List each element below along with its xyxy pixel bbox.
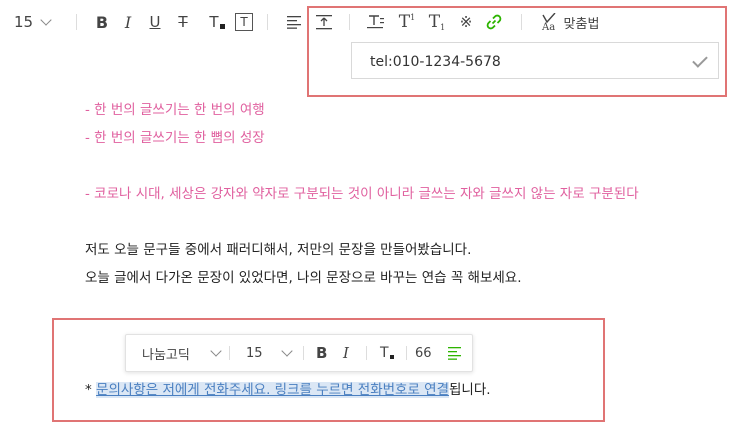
- font-size-select[interactable]: 15: [14, 10, 52, 34]
- font-family-value: 나눔고딕: [142, 347, 190, 363]
- highlight-box-link: [307, 6, 727, 97]
- toolbar-divider: [406, 346, 407, 360]
- toolbar-divider: [303, 346, 304, 360]
- text-background-icon: T: [240, 15, 248, 29]
- text-line: - 한 번의 글쓰기는 한 번의 여행: [85, 102, 265, 118]
- bullet-mark: *: [85, 382, 92, 398]
- color-swatch-icon: [389, 355, 394, 359]
- bold-button[interactable]: B: [93, 10, 111, 34]
- text-line: 저도 오늘 문구들 중에서 패러디해서, 저만의 문장을 만들어봤습니다.: [85, 242, 472, 258]
- font-size-value: 15: [246, 345, 263, 361]
- italic-button[interactable]: I: [120, 10, 136, 34]
- chevron-down-icon: [40, 14, 52, 26]
- text-line: - 코로나 시대, 세상은 강자와 약자로 구분되는 것이 아니라 글쓰는 자와…: [85, 186, 639, 202]
- quote-button[interactable]: 66: [415, 341, 432, 365]
- chevron-down-icon: [210, 345, 222, 357]
- bold-icon: B: [316, 344, 328, 362]
- text-color-button[interactable]: T: [380, 341, 394, 365]
- strikethrough-icon: T: [178, 13, 188, 31]
- bold-button[interactable]: B: [316, 341, 327, 365]
- toolbar-divider: [366, 346, 367, 360]
- selected-paragraph: * 문의사항은 저에게 전화주세요. 링크를 누르면 전화번호로 연결됩니다.: [85, 378, 491, 398]
- floating-format-toolbar: 나눔고딕 15 B I T 66: [125, 334, 473, 372]
- text-color-button[interactable]: T: [206, 10, 228, 34]
- underline-icon: U: [149, 13, 161, 31]
- underline-button[interactable]: U: [146, 10, 164, 34]
- toolbar-divider: [267, 14, 268, 30]
- align-left-icon: [448, 346, 461, 360]
- quote-icon: 66: [415, 345, 432, 361]
- paragraph-tail-text: 됩니다.: [449, 382, 491, 398]
- toolbar-divider: [229, 346, 230, 360]
- align-button[interactable]: [285, 10, 303, 34]
- text-color-icon: T: [209, 13, 219, 31]
- bold-icon: B: [95, 12, 109, 32]
- font-size-select[interactable]: 15: [246, 341, 293, 365]
- toolbar-divider: [76, 14, 77, 30]
- text-color-icon: T: [380, 345, 389, 361]
- text-line: 오늘 글에서 다가온 문장이 있었다면, 나의 문장으로 바꾸는 연습 꼭 해보…: [85, 270, 522, 286]
- text-line: - 한 번의 글쓰기는 한 뼘의 성장: [85, 130, 265, 146]
- text-background-button[interactable]: T: [235, 13, 253, 31]
- align-left-icon: [287, 16, 301, 29]
- selected-link-text[interactable]: 문의사항은 저에게 전화주세요. 링크를 누르면 전화번호로 연결: [96, 382, 450, 398]
- font-family-select[interactable]: 나눔고딕: [142, 341, 222, 365]
- strikethrough-button[interactable]: T: [174, 10, 192, 34]
- italic-button[interactable]: I: [343, 341, 349, 365]
- color-swatch-icon: [219, 23, 225, 29]
- align-button[interactable]: [448, 341, 461, 365]
- chevron-down-icon: [280, 345, 293, 357]
- font-size-value: 15: [14, 13, 34, 31]
- italic-icon: I: [343, 344, 349, 362]
- italic-icon: I: [124, 12, 132, 32]
